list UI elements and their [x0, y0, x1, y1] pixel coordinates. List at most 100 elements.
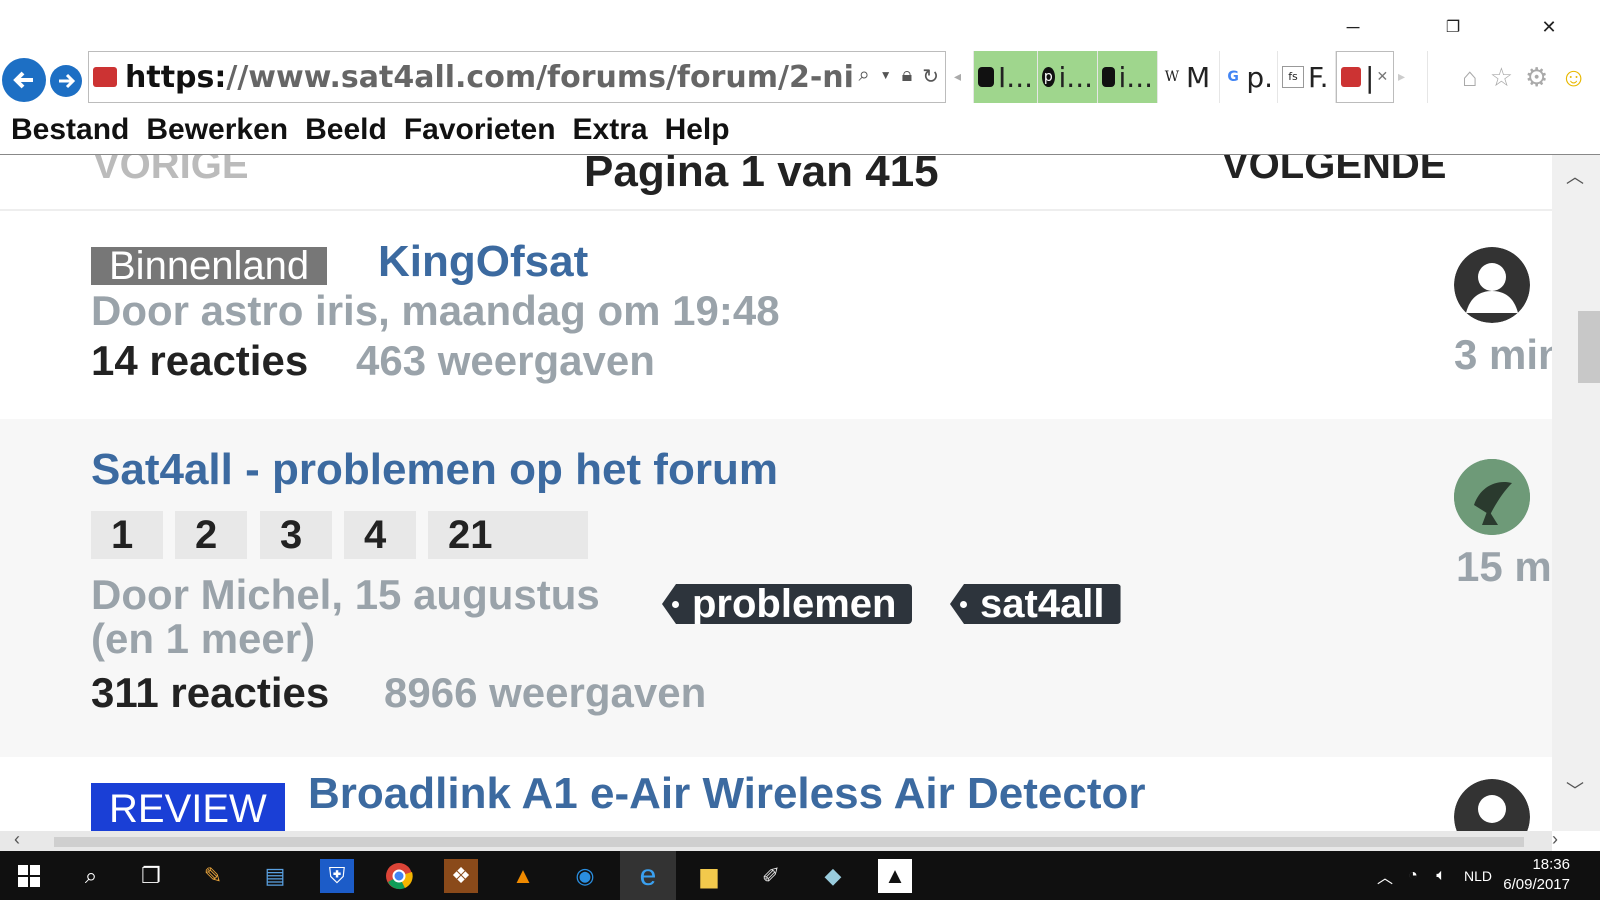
- tab-5[interactable]: Gp.: [1220, 51, 1278, 103]
- vertical-scrollbar[interactable]: ︿ ﹀: [1552, 155, 1600, 831]
- close-button[interactable]: ✕: [1526, 10, 1572, 44]
- tag-problemen[interactable]: problemen: [662, 582, 913, 626]
- tag-label: sat4all: [980, 582, 1105, 626]
- topic-title[interactable]: Sat4all - problemen op het forum: [91, 445, 778, 495]
- tab-3[interactable]: i...: [1098, 51, 1158, 103]
- refresh-icon[interactable]: ↻: [922, 64, 939, 89]
- scroll-right-icon[interactable]: ›: [1552, 829, 1558, 850]
- last-post-time[interactable]: 3 min: [1454, 331, 1552, 379]
- wikipedia-icon: W: [1164, 69, 1180, 85]
- menu-bar: Bestand Bewerken Beeld Favorieten Extra …: [0, 106, 1600, 155]
- horizontal-scrollbar[interactable]: ‹ ›: [0, 829, 1558, 851]
- topic-page-4[interactable]: 4: [344, 511, 416, 559]
- back-button[interactable]: [2, 58, 46, 102]
- chrome-icon[interactable]: [382, 859, 416, 893]
- task-view-icon[interactable]: ❐: [134, 859, 168, 893]
- scroll-up-icon[interactable]: ︿: [1566, 163, 1584, 189]
- page-content: VORIGE Pagina 1 van 415 VOLGENDE Binnenl…: [0, 155, 1552, 831]
- forward-button[interactable]: [50, 65, 82, 97]
- prev-page-link[interactable]: VORIGE: [93, 155, 249, 188]
- close-tab-icon[interactable]: ✕: [1376, 69, 1388, 85]
- app-icon-5[interactable]: ◆: [816, 859, 850, 893]
- scroll-down-icon[interactable]: ﹀: [1566, 777, 1584, 803]
- dropdown-icon[interactable]: ▼: [880, 64, 892, 89]
- tab-strip: ◂ I... p i... i... WM Gp. fs F. | ✕ ▸: [950, 51, 1428, 103]
- topic-row: Sat4all - problemen op het forum 1 2 3 4…: [0, 419, 1552, 757]
- tv-icon: [1341, 67, 1361, 87]
- input-language[interactable]: NLD: [1458, 859, 1498, 893]
- menu-favorieten[interactable]: Favorieten: [404, 113, 556, 147]
- home-icon[interactable]: ⌂: [1462, 62, 1478, 93]
- app-icon-1[interactable]: ✎: [196, 859, 230, 893]
- tab-scroll-left-icon[interactable]: ◂: [950, 51, 974, 103]
- paint-icon[interactable]: ✐: [754, 859, 788, 893]
- url-text[interactable]: https://www.sat4all.com/forums/forum/2-n…: [125, 60, 855, 95]
- restore-button[interactable]: ❐: [1430, 10, 1476, 44]
- file-explorer-icon[interactable]: ▆: [692, 859, 726, 893]
- topic-page-3[interactable]: 3: [260, 511, 332, 559]
- minimize-button[interactable]: ─: [1330, 10, 1376, 44]
- category-label[interactable]: REVIEW: [91, 783, 285, 831]
- tab-4[interactable]: WM: [1158, 51, 1220, 103]
- address-bar[interactable]: https://www.sat4all.com/forums/forum/2-n…: [88, 51, 946, 103]
- favorites-star-icon[interactable]: ☆: [1490, 62, 1513, 93]
- feedback-smiley-icon[interactable]: ☺: [1560, 62, 1587, 93]
- scrollbar-thumb[interactable]: [1578, 311, 1600, 383]
- app-icon-2[interactable]: ▤: [258, 859, 292, 893]
- settings-gear-icon[interactable]: ⚙: [1525, 62, 1548, 93]
- menu-bewerken[interactable]: Bewerken: [146, 113, 288, 147]
- green-square-icon: [1102, 67, 1115, 87]
- tab-scroll-right-icon[interactable]: ▸: [1394, 51, 1428, 103]
- start-windows-icon[interactable]: [12, 859, 46, 893]
- menu-help[interactable]: Help: [665, 113, 730, 147]
- google-icon: G: [1227, 69, 1239, 85]
- window-titlebar: ─ ❐ ✕: [0, 0, 1600, 48]
- fs-icon: fs: [1282, 66, 1304, 88]
- avatar[interactable]: [1454, 247, 1530, 323]
- topic-meta: Door astro iris, maandag om 19:48: [91, 287, 780, 334]
- topic-title[interactable]: Broadlink A1 e-Air Wireless Air Detector: [308, 769, 1145, 819]
- topic-meta-more[interactable]: (en 1 meer): [91, 615, 315, 663]
- tab-2[interactable]: p i...: [1038, 51, 1098, 103]
- search-icon[interactable]: ⌕: [74, 859, 108, 893]
- tag-dot-icon: [672, 601, 679, 608]
- tag-sat4all[interactable]: sat4all: [950, 584, 1121, 624]
- internet-explorer-icon[interactable]: e: [620, 851, 676, 900]
- tab-1[interactable]: I...: [974, 51, 1038, 103]
- lock-icon[interactable]: 🔒︎: [902, 64, 913, 89]
- green-square-icon: [978, 67, 995, 87]
- url-rest: //www.sat4all.com/forums/forum/2-nieu: [226, 59, 855, 95]
- photos-icon[interactable]: ▲: [878, 859, 912, 893]
- topic-title[interactable]: KingOfsat: [378, 237, 588, 287]
- topic-row: REVIEW Broadlink A1 e-Air Wireless Air D…: [0, 757, 1552, 831]
- page-indicator[interactable]: Pagina 1 van 415: [584, 155, 939, 197]
- avatar[interactable]: [1454, 779, 1530, 831]
- pagination-bar: VORIGE Pagina 1 van 415 VOLGENDE: [0, 155, 1552, 211]
- last-post-time[interactable]: 15 min: [1456, 543, 1552, 591]
- topic-page-2[interactable]: 2: [175, 511, 247, 559]
- menu-beeld[interactable]: Beeld: [305, 113, 387, 147]
- search-icon[interactable]: ⌕: [859, 64, 870, 89]
- avatar[interactable]: [1454, 459, 1530, 535]
- app-icon-4[interactable]: ◉: [568, 859, 602, 893]
- vlc-cone-icon[interactable]: ▲: [506, 859, 540, 893]
- user-silhouette-icon: [1454, 247, 1530, 323]
- tag-label: problemen: [692, 582, 897, 626]
- clock[interactable]: 18:36 6/09/2017: [1503, 855, 1570, 895]
- defender-shield-icon[interactable]: ⛨: [320, 859, 354, 893]
- volume-icon[interactable]: 🔈︎: [1424, 859, 1458, 893]
- tab-7-active[interactable]: | ✕: [1336, 51, 1394, 103]
- menu-bestand[interactable]: Bestand: [11, 113, 129, 147]
- menu-extra[interactable]: Extra: [573, 113, 648, 147]
- hscroll-thumb[interactable]: [54, 837, 1524, 847]
- tab-7-label: |: [1365, 60, 1375, 94]
- topic-row: Binnenland KingOfsat Door astro iris, ma…: [0, 211, 1552, 415]
- topic-page-last[interactable]: 21: [428, 511, 588, 559]
- topic-page-1[interactable]: 1: [91, 511, 163, 559]
- scroll-left-icon[interactable]: ‹: [14, 829, 20, 850]
- category-label[interactable]: Binnenland: [91, 246, 328, 286]
- tab-3-label: i...: [1118, 60, 1153, 94]
- tab-6[interactable]: fs F.: [1278, 51, 1336, 103]
- next-page-link[interactable]: VOLGENDE: [1222, 155, 1446, 188]
- app-icon-3[interactable]: ❖: [444, 859, 478, 893]
